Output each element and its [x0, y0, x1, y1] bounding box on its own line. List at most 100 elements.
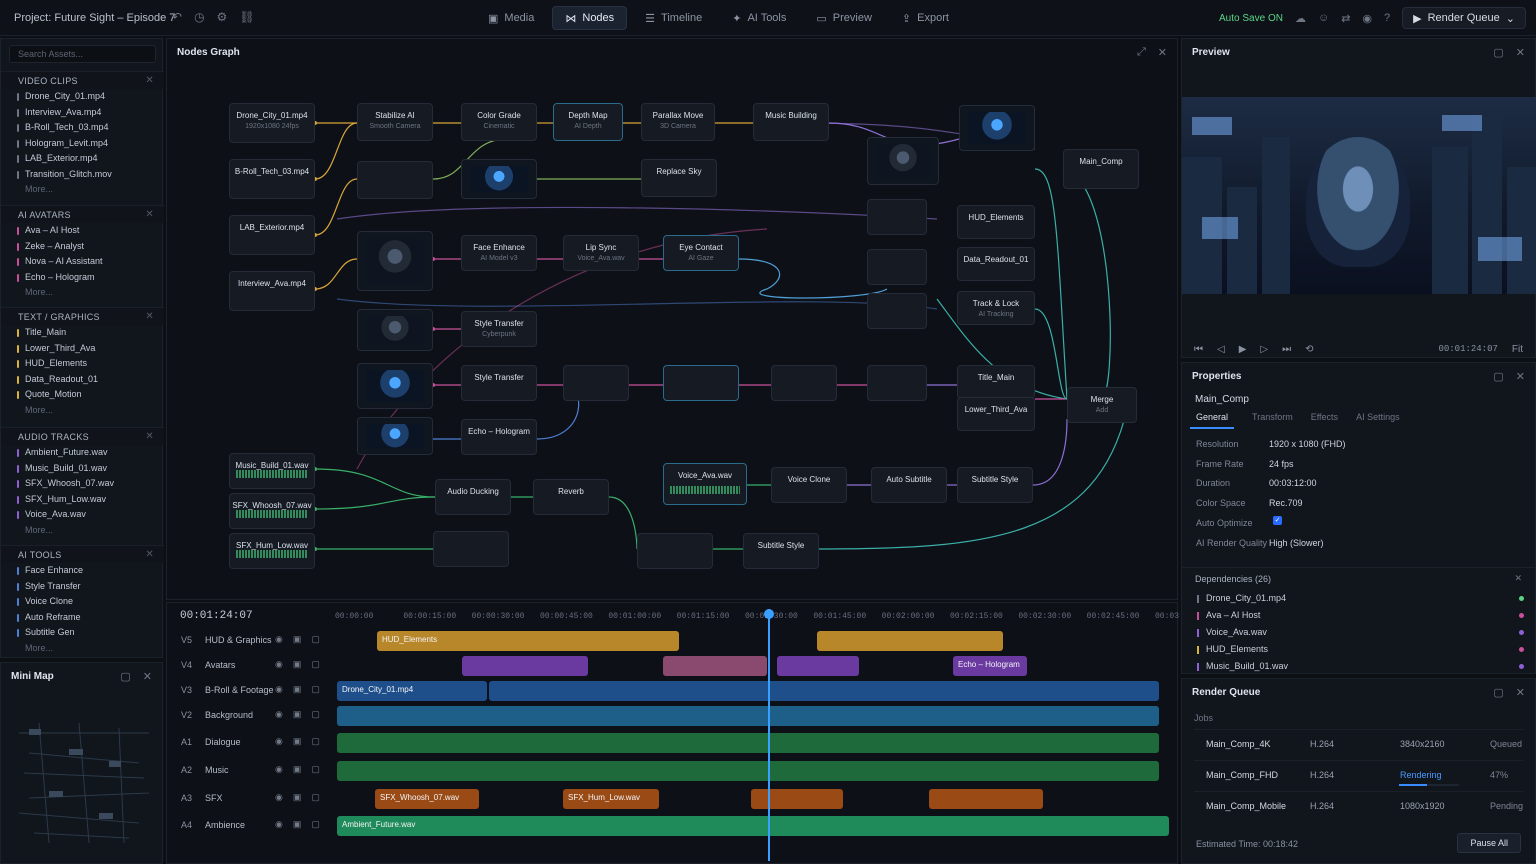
mute-icon[interactable]: ▢ — [311, 764, 320, 775]
skip-end-icon[interactable]: ⏭ — [1282, 344, 1291, 355]
timeline-clip[interactable] — [663, 656, 767, 676]
settings-icon[interactable]: ⚙ — [217, 10, 228, 24]
tab-timeline[interactable]: ☰ Timeline — [633, 6, 714, 30]
visibility-icon[interactable]: ◉ — [275, 659, 283, 670]
asset-item[interactable]: SFX_Hum_Low.wav — [1, 492, 164, 508]
asset-item[interactable]: Voice_Ava.wav — [1, 507, 164, 523]
mute-icon[interactable]: ▢ — [311, 634, 320, 645]
asset-section-header[interactable]: AI AVATARS ✕ — [1, 205, 164, 223]
node-depth-map[interactable]: Depth Map AI Depth — [553, 103, 623, 141]
asset-item[interactable]: Zeke – Analyst — [1, 239, 164, 255]
timeline-clip[interactable]: SFX_Hum_Low.wav — [563, 789, 659, 809]
timeline-clip[interactable] — [817, 631, 1003, 651]
dependency-item[interactable]: Music_Build_01.wav — [1196, 661, 1526, 678]
node-unlabeled-10[interactable] — [637, 533, 713, 569]
node-title-main[interactable]: Title_Main — [957, 365, 1035, 399]
node-broll-tech[interactable]: B-Roll_Tech_03.mp4 — [229, 159, 315, 199]
collapse-icon[interactable]: ✕ — [145, 431, 154, 442]
asset-item[interactable]: Music_Build_01.wav — [1, 461, 164, 477]
lock-icon[interactable]: ▣ — [293, 684, 302, 695]
timeline-ruler[interactable]: 00:00:00 00:00:15:00 00:00:30:00 00:00:45:0… — [335, 612, 1208, 624]
node-stabilize-ai[interactable]: Stabilize AI Smooth Camera — [357, 103, 433, 141]
asset-item[interactable]: HUD_Elements — [1, 356, 164, 372]
pause-all-button[interactable]: Pause All — [1457, 833, 1521, 853]
dependency-item[interactable]: HUD_Elements — [1196, 644, 1526, 661]
timeline-clip[interactable]: SFX_Whoosh_07.wav — [375, 789, 479, 809]
visibility-icon[interactable]: ◉ — [275, 764, 283, 775]
asset-item[interactable]: B-Roll_Tech_03.mp4 — [1, 120, 164, 136]
asset-item[interactable]: Interview_Ava.mp4 — [1, 105, 164, 121]
node-hud-elements[interactable]: HUD_Elements — [957, 205, 1035, 239]
asset-item[interactable]: Subtitle Gen — [1, 625, 164, 641]
popout-icon[interactable]: ▢ — [1493, 686, 1503, 699]
asset-section-header[interactable]: AUDIO TRACKS ✕ — [1, 427, 164, 445]
play-icon[interactable]: ▶ — [1239, 344, 1247, 355]
tab-ai-tools[interactable]: ✦ AI Tools — [720, 6, 798, 30]
asset-item[interactable]: Transition_Glitch.mov — [1, 167, 164, 183]
asset-item[interactable]: Ava – AI Host — [1, 223, 164, 239]
property-value[interactable]: 24 fps — [1269, 459, 1294, 469]
asset-item[interactable]: Echo – Hologram — [1, 270, 164, 286]
node-voice-ava[interactable]: Voice_Ava.wav — [663, 463, 747, 505]
asset-section-header[interactable]: AI TOOLS ✕ — [1, 545, 164, 563]
render-job-row[interactable]: Main_Comp_Mobile H.264 1080x1920 Pending — [1194, 791, 1524, 819]
timeline-clip[interactable]: Echo – Hologram — [953, 656, 1027, 676]
minimap-canvas[interactable] — [9, 703, 159, 853]
fit-dropdown[interactable]: Fit — [1512, 344, 1523, 355]
node-parallax-move[interactable]: Parallax Move 3D Camera — [641, 103, 715, 141]
node-drone-city[interactable]: Drone_City_01.mp4 1920x1080 24fps — [229, 103, 315, 143]
share-icon[interactable]: ⇄ — [1341, 12, 1350, 25]
node-music-wav[interactable]: Music_Build_01.wav — [229, 453, 315, 489]
node-face-enhance[interactable]: Face Enhance AI Model v3 — [461, 235, 537, 271]
asset-item[interactable]: Drone_City_01.mp4 — [1, 89, 164, 105]
node-style-transfer-1[interactable]: Style Transfer Cyberpunk — [461, 311, 537, 347]
close-icon[interactable]: ✕ — [1516, 686, 1525, 699]
asset-item[interactable]: Quote_Motion — [1, 387, 164, 403]
node-data-readout[interactable]: Data_Readout_01 — [957, 247, 1035, 281]
help-icon[interactable]: ? — [1384, 12, 1390, 24]
lock-icon[interactable]: ▣ — [293, 792, 302, 803]
asset-item[interactable]: Nova – AI Assistant — [1, 254, 164, 270]
node-subtitle-style-1[interactable]: Subtitle Style — [957, 467, 1033, 503]
lock-icon[interactable]: ▣ — [293, 709, 302, 720]
asset-item[interactable]: Data_Readout_01 — [1, 372, 164, 388]
preview-viewport[interactable] — [1182, 97, 1536, 294]
auto-optimize-checkbox[interactable]: ✓ — [1273, 515, 1282, 525]
node-track-lock[interactable]: Track & Lock AI Tracking — [957, 291, 1035, 325]
mute-icon[interactable]: ▢ — [311, 792, 320, 803]
close-icon[interactable]: ✕ — [1514, 573, 1522, 584]
collapse-icon[interactable]: ✕ — [145, 549, 154, 560]
node-zeke-avatar[interactable] — [357, 309, 433, 351]
collapse-icon[interactable]: ✕ — [145, 75, 154, 86]
visibility-icon[interactable]: ◉ — [275, 792, 283, 803]
mute-icon[interactable]: ▢ — [311, 659, 320, 670]
visibility-icon[interactable]: ◉ — [275, 819, 283, 830]
lock-icon[interactable]: ▣ — [293, 736, 302, 747]
visibility-icon[interactable]: ◉ — [275, 736, 283, 747]
loop-icon[interactable]: ⟲ — [1305, 344, 1313, 355]
node-unlabeled-1[interactable] — [357, 161, 433, 199]
visibility-icon[interactable]: ◉ — [275, 684, 283, 695]
tab-general[interactable]: General — [1190, 412, 1235, 429]
close-icon[interactable]: ✕ — [143, 670, 152, 683]
asset-item[interactable]: Voice Clone — [1, 594, 164, 610]
node-unlabeled-9[interactable] — [433, 531, 509, 567]
node-unlabeled-2[interactable] — [563, 365, 629, 401]
render-job-row[interactable]: Main_Comp_FHD H.264 Rendering 47% — [1194, 760, 1524, 788]
node-ava-avatar[interactable] — [357, 231, 433, 291]
asset-item[interactable]: Lower_Third_Ava — [1, 341, 164, 357]
tab-nodes[interactable]: ⋈ Nodes — [552, 6, 628, 30]
node-unlabeled-8[interactable] — [867, 365, 927, 401]
close-icon[interactable]: ✕ — [1516, 370, 1525, 383]
node-unlabeled-3[interactable] — [663, 365, 739, 401]
node-echo-avatar[interactable] — [357, 417, 433, 455]
node-auto-subtitle[interactable]: Auto Subtitle — [871, 467, 947, 503]
timeline-clip[interactable] — [337, 733, 1159, 753]
property-value[interactable]: High (Slower) — [1269, 538, 1324, 548]
asset-section-header[interactable]: TEXT / GRAPHICS ✕ — [1, 307, 164, 325]
timeline-clip[interactable] — [337, 706, 1159, 726]
node-lower-third[interactable]: Lower_Third_Ava — [957, 397, 1035, 431]
notifications-icon[interactable]: ◉ — [1362, 12, 1372, 25]
dependency-item[interactable]: Ava – AI Host — [1196, 610, 1526, 627]
expand-icon[interactable]: ▢ — [120, 670, 130, 683]
